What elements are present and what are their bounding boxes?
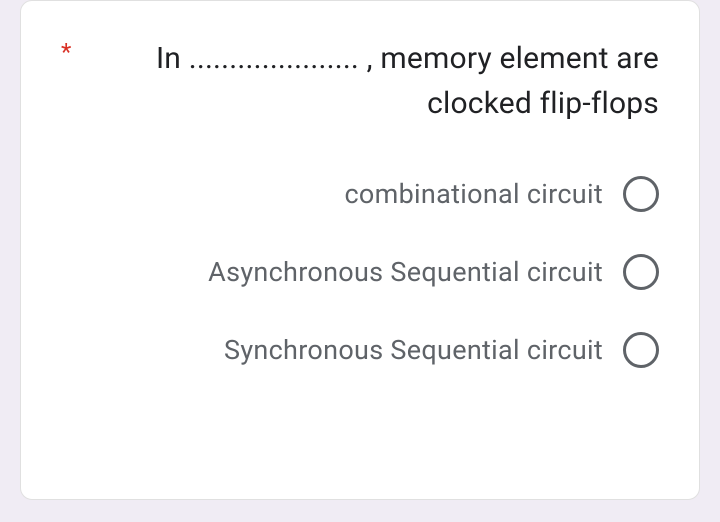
question-row: * In ..................... , memory elem… <box>61 36 659 126</box>
radio-icon[interactable] <box>623 176 659 212</box>
option-label: Asynchronous Sequential circuit <box>208 256 603 288</box>
question-text: In ..................... , memory elemen… <box>83 36 659 126</box>
option-synchronous[interactable]: Synchronous Sequential circuit <box>61 332 659 368</box>
option-asynchronous[interactable]: Asynchronous Sequential circuit <box>61 254 659 290</box>
option-label: Synchronous Sequential circuit <box>224 334 603 366</box>
option-combinational[interactable]: combinational circuit <box>61 176 659 212</box>
question-card: * In ..................... , memory elem… <box>20 0 700 500</box>
radio-icon[interactable] <box>623 332 659 368</box>
required-marker: * <box>61 36 71 70</box>
radio-icon[interactable] <box>623 254 659 290</box>
option-label: combinational circuit <box>344 178 603 210</box>
options-group: combinational circuit Asynchronous Seque… <box>61 176 659 368</box>
